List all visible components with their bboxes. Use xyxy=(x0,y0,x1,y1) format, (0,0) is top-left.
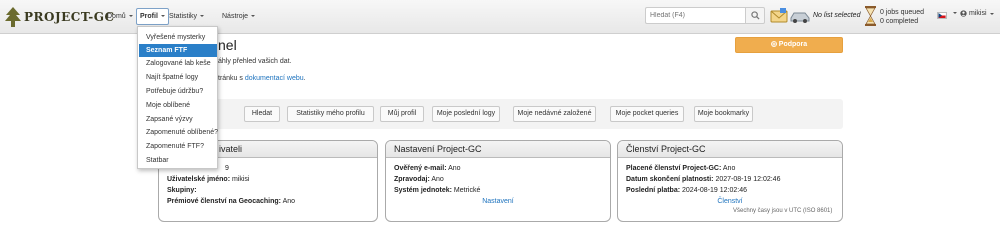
membership-link[interactable]: Členství xyxy=(626,196,834,207)
chevron-down-icon xyxy=(989,12,994,15)
menu-item-logged-challenges[interactable]: Zapsané výzvy xyxy=(139,113,217,126)
menu-item-forgotten-favorites[interactable]: Zapomenuté oblíbené? xyxy=(139,126,218,139)
chevron-down-icon xyxy=(160,15,165,18)
list-car-icon[interactable] xyxy=(789,9,811,23)
profile-dropdown-menu: Vyřešené mysterky Seznam FTF Zalogované … xyxy=(137,26,218,169)
username-value: mikisi xyxy=(231,176,250,183)
expiry-label: Datum skončení platnosti: xyxy=(626,176,714,183)
my-bookmarks-button[interactable]: Moje bookmarky xyxy=(694,106,753,122)
email-value: Ano xyxy=(448,165,461,172)
chevron-down-icon xyxy=(128,15,133,18)
paid-membership-label: Placené členství Project-GC: xyxy=(626,165,722,172)
menu-item-forgotten-ftf[interactable]: Zapomenuté FTF? xyxy=(139,140,217,153)
last-payment-value: 2024-08-19 12:02:46 xyxy=(682,187,748,194)
my-recent-logs-button[interactable]: Moje poslední logy xyxy=(432,106,500,122)
documentation-link[interactable]: dokumentací webu xyxy=(245,75,304,82)
menu-item-statbar[interactable]: Statbar xyxy=(139,154,217,167)
intro-docs-text: tránku s dokumentací webu. xyxy=(218,75,306,82)
brand-logo[interactable]: PROJECT-GC xyxy=(4,5,115,29)
page-title: nel xyxy=(218,37,237,53)
email-label: Ověřený e-mail: xyxy=(394,165,447,172)
my-recent-hides-button[interactable]: Moje nedávné založené xyxy=(513,106,596,122)
search-shortcut-button[interactable]: Hledat xyxy=(244,106,280,122)
username-label: Uživatelské jméno: xyxy=(167,176,231,183)
timezone-note: Všechny časy jsou v UTC (ISO 8601) xyxy=(733,208,833,214)
profile-stats-button[interactable]: Statistiky mého profilu xyxy=(287,106,374,122)
search-icon xyxy=(750,11,760,20)
paid-membership-value: Ano xyxy=(722,165,736,172)
nav-home[interactable]: Domů xyxy=(107,9,133,25)
chevron-down-icon xyxy=(251,15,256,18)
nav-home-label: Domů xyxy=(107,13,126,20)
user-panel-title: ivateli xyxy=(219,144,243,154)
units-value: Metrické xyxy=(453,187,481,194)
intro-text: áhly přehled vašich dat. xyxy=(218,58,292,65)
brand-name: PROJECT-GC xyxy=(24,10,115,24)
intro-docs-suffix: . xyxy=(303,75,306,82)
support-button[interactable]: Podpora xyxy=(735,37,843,53)
nav-tools[interactable]: Nástroje xyxy=(222,9,256,25)
my-pocket-queries-button[interactable]: Moje pocket queries xyxy=(610,106,684,122)
support-button-label: Podpora xyxy=(778,41,808,48)
menu-item-logged-labs[interactable]: Zalogované lab keše xyxy=(139,57,217,70)
menu-item-solved-mysteries[interactable]: Vyřešené mysterky xyxy=(139,31,217,44)
jobs-completed: 0 completed xyxy=(880,18,919,25)
nav-profile[interactable]: Profil xyxy=(136,8,169,25)
jobs-queued: 0 jobs queued xyxy=(880,9,924,16)
nav-statistics-label: Statistiky xyxy=(169,13,198,20)
my-profile-button[interactable]: Můj profil xyxy=(380,106,424,122)
search-box xyxy=(645,7,765,24)
nav-tools-label: Nástroje xyxy=(222,13,249,20)
newsletter-label: Zpravodaj: xyxy=(394,176,430,183)
newsletter-value: Ano xyxy=(431,176,444,183)
hourglass-icon xyxy=(865,6,876,26)
username-label: mikisi xyxy=(969,10,987,17)
search-button[interactable] xyxy=(745,7,765,24)
expiry-value: 2027-08-19 12:02:46 xyxy=(715,176,781,183)
chevron-down-icon[interactable] xyxy=(953,12,957,14)
intro-docs-prefix: tránku s xyxy=(218,75,245,82)
job-queue-status[interactable]: 0 jobs queued 0 completed xyxy=(880,8,924,26)
settings-panel: Nastavení Project-GC Ověřený e-mail: Ano… xyxy=(385,140,611,222)
tree-logo-icon xyxy=(5,7,21,27)
menu-item-find-bad-logs[interactable]: Najít špatné logy xyxy=(139,71,217,84)
chevron-down-icon xyxy=(200,15,205,18)
menu-item-my-favorites[interactable]: Moje oblíbené xyxy=(139,99,217,112)
last-payment-label: Poslední platba: xyxy=(626,187,681,194)
list-selected-status[interactable]: No list selected xyxy=(813,12,860,19)
nav-statistics[interactable]: Statistiky xyxy=(169,9,205,25)
nav-profile-label: Profil xyxy=(140,13,158,20)
menu-item-needs-maintenance[interactable]: Potřebuje údržbu? xyxy=(139,85,217,98)
premium-value: Ano xyxy=(282,198,296,205)
czech-flag-icon[interactable] xyxy=(937,12,947,19)
menu-item-ftf-list[interactable]: Seznam FTF xyxy=(139,44,217,57)
user-icon xyxy=(960,10,967,17)
units-label: Systém jednotek: xyxy=(394,187,452,194)
groups-label: Skupiny: xyxy=(167,187,197,194)
premium-label: Prémiové členství na Geocaching: xyxy=(167,198,281,205)
settings-link[interactable]: Nastavení xyxy=(394,196,602,207)
user-menu[interactable]: mikisi xyxy=(960,10,994,17)
settings-panel-title: Nastavení Project-GC xyxy=(386,141,610,158)
membership-panel-title: Členství Project-GC xyxy=(618,141,842,158)
search-input[interactable] xyxy=(645,7,745,24)
lifebuoy-icon xyxy=(770,41,777,47)
messages-envelope-icon[interactable] xyxy=(770,8,788,24)
